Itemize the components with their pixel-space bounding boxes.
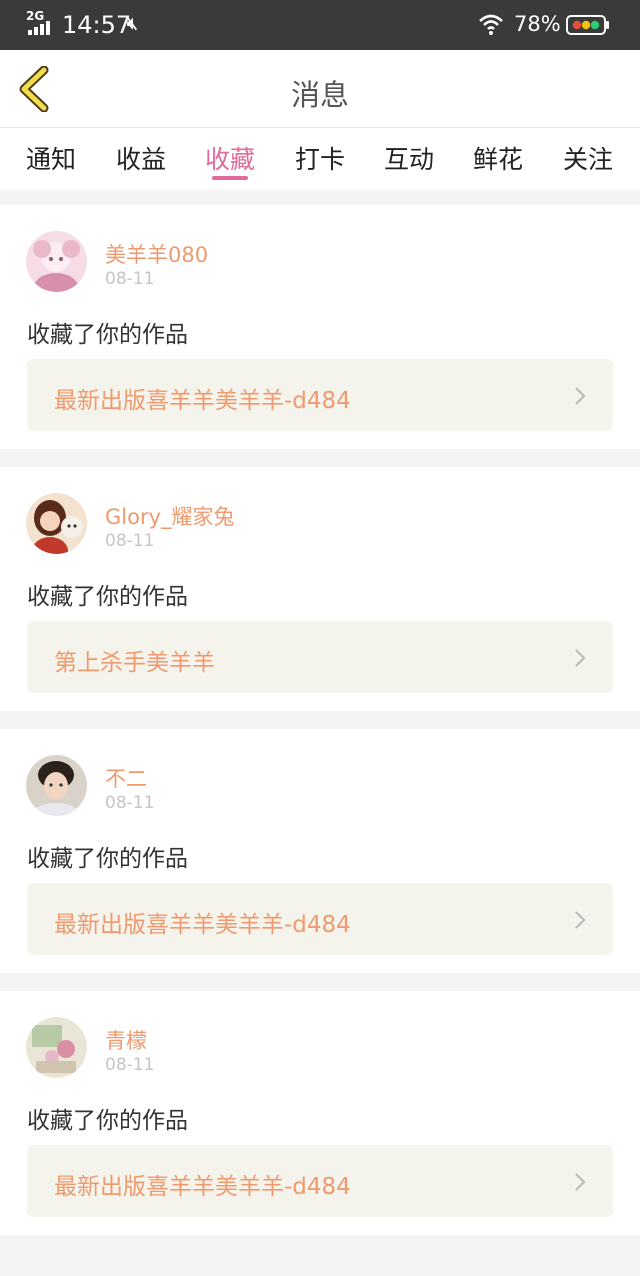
status-bar: 2G 14:57 🔇︎ 78% [0, 0, 640, 50]
work-link[interactable]: 最新出版喜羊羊美羊羊-d484 [27, 883, 613, 955]
battery-icon [566, 15, 609, 35]
username[interactable]: 美羊羊080 [105, 239, 208, 269]
notification-card: 不二 08-11 收藏了你的作品 最新出版喜羊羊美羊羊-d484 [0, 729, 640, 973]
avatar[interactable] [26, 1017, 87, 1078]
work-title: 最新出版喜羊羊美羊羊-d484 [54, 388, 351, 414]
wifi-icon [479, 14, 503, 35]
network-type: 2G [26, 9, 45, 23]
notification-card: Glory_耀家兔 08-11 收藏了你的作品 第上杀手美羊羊 [0, 467, 640, 711]
tab-follows[interactable]: 关注 [548, 140, 628, 176]
work-link[interactable]: 最新出版喜羊羊美羊羊-d484 [27, 359, 613, 431]
signal-icon: 2G [26, 9, 52, 37]
tab-bar: 通知 收益 收藏 打卡 互动 鲜花 关注 [0, 128, 640, 190]
notification-card: 青檬 08-11 收藏了你的作品 最新出版喜羊羊美羊羊-d484 [0, 991, 640, 1235]
chevron-right-icon [575, 1173, 586, 1191]
tab-earnings[interactable]: 收益 [101, 140, 181, 176]
tab-flowers[interactable]: 鲜花 [458, 140, 538, 176]
date: 08-11 [105, 531, 155, 551]
date: 08-11 [105, 1055, 155, 1075]
action-text: 收藏了你的作品 [27, 322, 188, 348]
chevron-right-icon [575, 649, 586, 667]
work-title: 最新出版喜羊羊美羊羊-d484 [54, 1174, 351, 1200]
action-text: 收藏了你的作品 [27, 1108, 188, 1134]
header: 消息 [0, 50, 640, 128]
tab-interaction[interactable]: 互动 [369, 140, 449, 176]
battery-percent: 78% [514, 12, 561, 36]
active-tab-indicator [212, 176, 248, 180]
clock: 14:57 [62, 11, 132, 39]
notification-card: 美羊羊080 08-11 收藏了你的作品 最新出版喜羊羊美羊羊-d484 [0, 205, 640, 449]
silent-icon: 🔇︎ [127, 14, 138, 34]
action-text: 收藏了你的作品 [27, 584, 188, 610]
avatar[interactable] [26, 755, 87, 816]
page-title: 消息 [290, 78, 349, 112]
chevron-right-icon [575, 387, 586, 405]
work-link[interactable]: 最新出版喜羊羊美羊羊-d484 [27, 1145, 613, 1217]
action-text: 收藏了你的作品 [27, 846, 188, 872]
avatar[interactable] [26, 231, 87, 292]
work-title: 第上杀手美羊羊 [54, 650, 215, 676]
username[interactable]: 不二 [105, 763, 147, 793]
chevron-right-icon [575, 911, 586, 929]
username[interactable]: Glory_耀家兔 [105, 501, 235, 531]
avatar[interactable] [26, 493, 87, 554]
tab-notifications[interactable]: 通知 [11, 140, 91, 176]
username[interactable]: 青檬 [105, 1025, 147, 1055]
tab-checkin[interactable]: 打卡 [280, 140, 360, 176]
work-title: 最新出版喜羊羊美羊羊-d484 [54, 912, 351, 938]
tab-favorites[interactable]: 收藏 [190, 140, 270, 176]
date: 08-11 [105, 793, 155, 813]
date: 08-11 [105, 269, 155, 289]
work-link[interactable]: 第上杀手美羊羊 [27, 621, 613, 693]
